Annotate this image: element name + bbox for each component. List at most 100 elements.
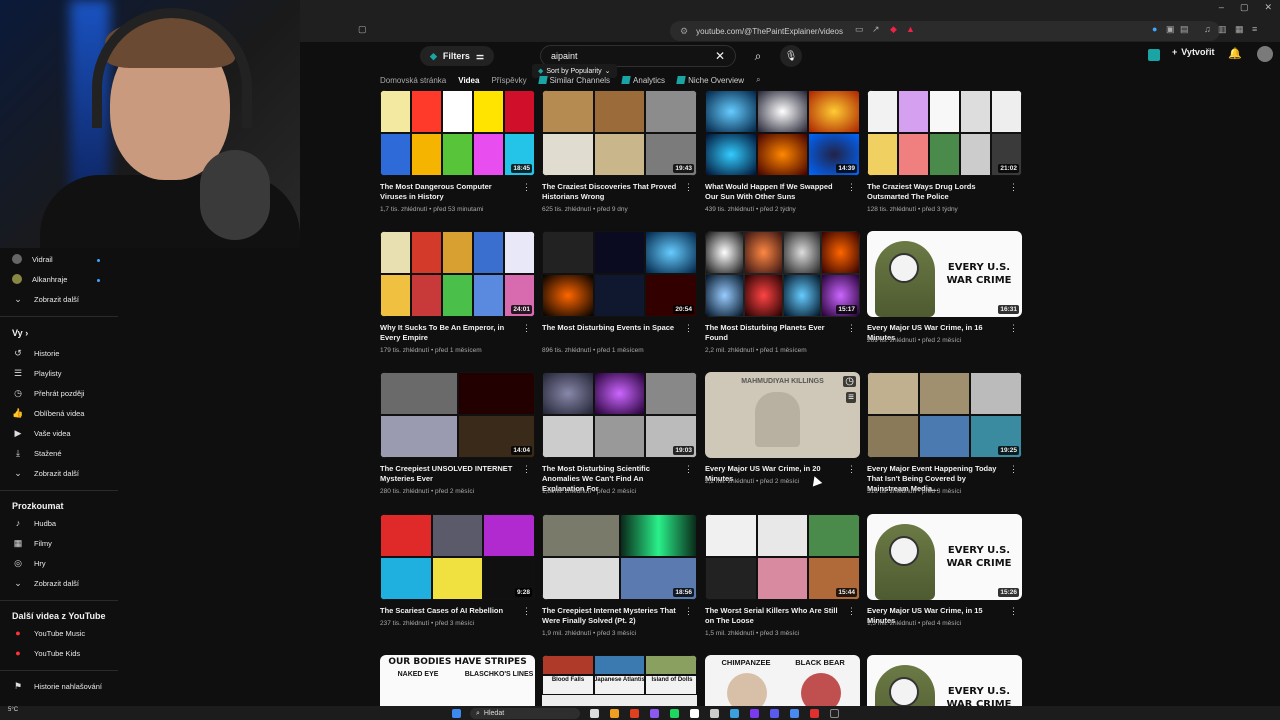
voice-search-button[interactable]: 🎙 <box>780 45 802 67</box>
obs-icon[interactable] <box>830 709 839 718</box>
sidebar-item-downloads[interactable]: ⤓ Stažené <box>12 448 62 459</box>
video-thumbnail[interactable]: 21:02 <box>867 90 1022 176</box>
watch-later-icon[interactable]: ◷ <box>843 376 856 387</box>
video-thumbnail[interactable]: 9:28 <box>380 514 535 600</box>
video-card[interactable]: 15:44 The Worst Serial Killers Who Are S… <box>705 514 860 637</box>
more-options-icon[interactable]: ⋮ <box>522 464 531 475</box>
video-thumbnail[interactable]: 18:45 <box>380 90 535 176</box>
sidebar-item-watch-later[interactable]: ◷ Přehrát později <box>12 388 84 399</box>
sidebar-item-report-history[interactable]: ⚑ Historie nahlašování <box>12 681 102 692</box>
tab-analytics[interactable]: Analytics <box>621 76 665 85</box>
notion-icon[interactable] <box>710 709 719 718</box>
sidebar-item-liked[interactable]: 👍 Oblíbená videa <box>12 408 84 419</box>
more-options-icon[interactable]: ⋮ <box>847 323 856 334</box>
video-card[interactable]: 9:28 The Scariest Cases of AI Rebellion … <box>380 514 535 627</box>
sidebar-item-yt-kids[interactable]: ● YouTube Kids <box>12 648 80 658</box>
app-icon[interactable] <box>790 709 799 718</box>
video-thumbnail[interactable]: 20:54 <box>542 231 697 317</box>
add-to-queue-icon[interactable]: ≡ <box>846 392 856 403</box>
more-options-icon[interactable]: ⋮ <box>684 182 693 193</box>
taskbar-search[interactable]: ⌕ Hledat <box>470 708 580 719</box>
sidebar-item-your-videos[interactable]: ▶ Vaše videa <box>12 428 71 439</box>
account-avatar[interactable] <box>1257 46 1273 62</box>
file-explorer-icon[interactable] <box>590 709 599 718</box>
ext-logo-icon[interactable] <box>1148 49 1160 61</box>
more-options-icon[interactable]: ⋮ <box>684 323 693 334</box>
more-options-icon[interactable]: ⋮ <box>1009 606 1018 617</box>
maximize-icon[interactable]: ▢ <box>1240 2 1249 13</box>
tab-icon[interactable]: ▥ <box>1218 24 1227 35</box>
more-options-icon[interactable]: ⋮ <box>1009 182 1018 193</box>
video-thumbnail[interactable]: 18:56 <box>542 514 697 600</box>
app-icon[interactable] <box>810 709 819 718</box>
video-card[interactable]: 24:01 Why It Sucks To Be An Emperor, in … <box>380 231 535 354</box>
search-icon[interactable]: ⌕ <box>756 75 760 85</box>
telegram-icon[interactable] <box>730 709 739 718</box>
video-thumbnail[interactable]: 14:04 <box>380 372 535 458</box>
video-title[interactable]: The Most Disturbing Planets Ever Found <box>705 323 845 343</box>
video-thumbnail[interactable]: 24:01 <box>380 231 535 317</box>
search-button[interactable]: ⌕ <box>744 45 772 67</box>
close-icon[interactable]: ✕ <box>1264 2 1272 13</box>
media-icon[interactable]: ♫ <box>1204 24 1211 34</box>
sidebar-show-more[interactable]: ⌄ Zobrazit další <box>12 294 79 305</box>
tab-home[interactable]: Domovská stránka <box>380 76 446 85</box>
address-bar[interactable]: ⚙ youtube.com/@ThePaintExplainer/videos <box>670 21 1220 41</box>
more-options-icon[interactable]: ⋮ <box>522 606 531 617</box>
sidebar-item-history[interactable]: ↺ Historie <box>12 348 59 359</box>
discord-icon[interactable] <box>650 709 659 718</box>
video-card[interactable]: 21:02 The Craziest Ways Drug Lords Outsm… <box>867 90 1022 213</box>
tab-posts[interactable]: Příspěvky <box>491 76 526 85</box>
video-thumbnail[interactable]: MAHMUDIYAH KILLINGS ◷ ≡ <box>705 372 860 458</box>
minimize-icon[interactable]: – <box>1219 2 1224 13</box>
video-card[interactable]: 14:04 The Creepiest UNSOLVED INTERNET My… <box>380 372 535 495</box>
video-title[interactable]: The Creepiest Internet Mysteries That We… <box>542 606 682 626</box>
video-thumbnail[interactable]: 15:17 <box>705 231 860 317</box>
brave-rewards-icon[interactable]: ▲ <box>906 24 915 34</box>
video-title[interactable]: The Most Disturbing Events in Space <box>542 323 682 333</box>
sidebar-item-gaming[interactable]: ◎ Hry <box>12 558 46 569</box>
more-options-icon[interactable]: ⋮ <box>684 464 693 475</box>
video-title[interactable]: Why It Sucks To Be An Emperor, in Every … <box>380 323 520 343</box>
brave-shield-icon[interactable]: ◆ <box>890 24 897 35</box>
video-card[interactable]: EVERY U.S. WAR CRIME 15:26 Every Major U… <box>867 514 1022 627</box>
sidebar-show-more[interactable]: ⌄ Zobrazit další <box>12 468 79 479</box>
brave-icon[interactable] <box>630 709 639 718</box>
app-icon[interactable] <box>770 709 779 718</box>
video-card[interactable]: 19:43 The Craziest Discoveries That Prov… <box>542 90 697 213</box>
video-card[interactable]: 20:54 The Most Disturbing Events in Spac… <box>542 231 697 354</box>
video-thumbnail[interactable]: 19:25 <box>867 372 1022 458</box>
sidebar-icon[interactable]: ▤ <box>1180 24 1189 35</box>
more-options-icon[interactable]: ⋮ <box>1009 323 1018 334</box>
weather-widget[interactable]: 5°C <box>8 707 18 714</box>
video-title[interactable]: The Creepiest UNSOLVED INTERNET Mysterie… <box>380 464 520 484</box>
share-icon[interactable]: ↗ <box>872 24 880 35</box>
menu-icon[interactable]: ≡ <box>1252 24 1257 34</box>
you-heading[interactable]: Vy › <box>12 328 28 338</box>
sidebar-item-yt-music[interactable]: ● YouTube Music <box>12 628 85 638</box>
video-thumbnail[interactable]: EVERY U.S. WAR CRIME 15:26 <box>867 514 1022 600</box>
sidebar-item-playlists[interactable]: ☰ Playlisty <box>12 368 62 379</box>
video-card[interactable]: 19:03 The Most Disturbing Scientific Ano… <box>542 372 697 495</box>
more-options-icon[interactable]: ⋮ <box>847 464 856 475</box>
notifications-icon[interactable]: 🔔 <box>1228 47 1242 60</box>
twitch-icon[interactable] <box>750 709 759 718</box>
video-card[interactable]: 18:45 The Most Dangerous Computer Viruse… <box>380 90 535 213</box>
more-options-icon[interactable]: ⋮ <box>522 182 531 193</box>
video-title[interactable]: What Would Happen If We Swapped Our Sun … <box>705 182 845 202</box>
video-title[interactable]: The Craziest Ways Drug Lords Outsmarted … <box>867 182 1007 202</box>
video-title[interactable]: The Worst Serial Killers Who Are Still o… <box>705 606 845 626</box>
video-card[interactable]: 15:17 The Most Disturbing Planets Ever F… <box>705 231 860 354</box>
bookmark-icon[interactable]: ▢ <box>358 24 367 35</box>
sidebar-item-music[interactable]: ♪ Hudba <box>12 518 56 528</box>
extension-icon[interactable]: ● <box>1152 24 1157 34</box>
tab-similar-channels[interactable]: Similar Channels <box>537 76 610 85</box>
video-title[interactable]: The Scariest Cases of AI Rebellion <box>380 606 520 616</box>
clear-search-icon[interactable]: ✕ <box>715 49 725 63</box>
sidebar-item-movies[interactable]: ▦ Filmy <box>12 538 52 549</box>
spotify-icon[interactable] <box>670 709 679 718</box>
sidebar-item-sub[interactable]: Vidrail <box>12 254 53 264</box>
start-icon[interactable] <box>452 709 461 718</box>
more-options-icon[interactable]: ⋮ <box>847 182 856 193</box>
create-button[interactable]: + Vytvořit <box>1172 47 1214 57</box>
